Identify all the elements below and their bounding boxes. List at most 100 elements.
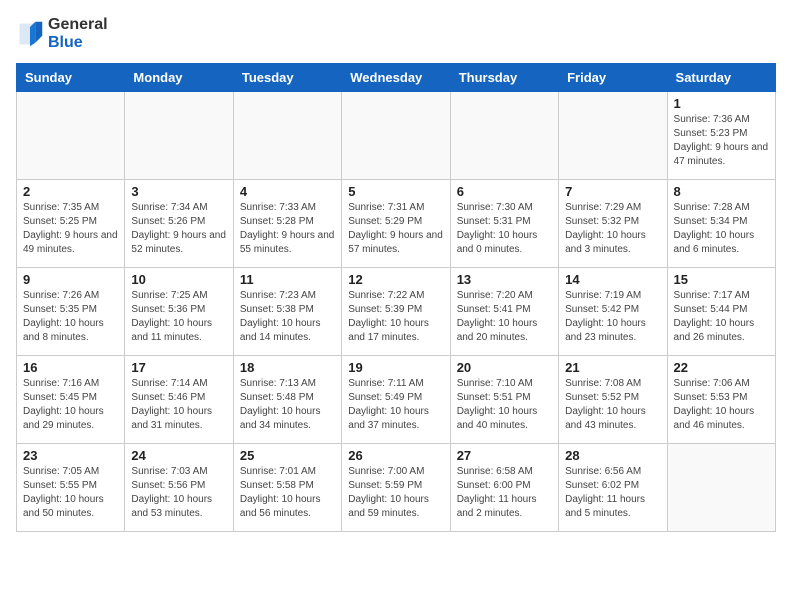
day-number: 9 [23,272,118,287]
day-number: 15 [674,272,769,287]
col-header-sunday: Sunday [17,64,125,92]
calendar-cell: 4Sunrise: 7:33 AMSunset: 5:28 PMDaylight… [233,180,341,268]
col-header-monday: Monday [125,64,233,92]
calendar-week-4: 23 Sunrise: 7:05 AMSunset: 5:55 PMDayligh… [17,444,776,532]
calendar-cell [450,92,558,180]
calendar-cell: 3 Sunrise: 7:34 AMSunset: 5:26 PMDaylight… [125,180,233,268]
calendar-cell [342,92,450,180]
calendar-cell: 1 Sunrise: 7:36 AMSunset: 5:23 PMDaylight… [667,92,775,180]
day-info: Sunrise: 7:20 AMSunset: 5:41 PMDaylight:… [457,289,552,345]
calendar-cell: 23 Sunrise: 7:05 AMSunset: 5:55 PMDayligh… [17,444,125,532]
day-info: Sunrise: 7:11 AMSunset: 5:49 PMDaylight:… [348,377,443,433]
day-number: 18 [240,360,335,375]
day-number: 21 [565,360,660,375]
day-number: 7 [565,184,660,199]
day-number: 5 [348,184,443,199]
day-info: Sunrise: 7:19 AMSunset: 5:42 PMDaylight:… [565,289,660,345]
calendar-cell [559,92,667,180]
day-number: 17 [131,360,226,375]
calendar-cell: 26 Sunrise: 7:00 AMSunset: 5:59 PMDayligh… [342,444,450,532]
day-number: 20 [457,360,552,375]
calendar-week-2: 9 Sunrise: 7:26 AMSunset: 5:35 PMDaylight… [17,268,776,356]
day-number: 1 [674,96,769,111]
calendar-week-3: 16 Sunrise: 7:16 AMSunset: 5:45 PMDayligh… [17,356,776,444]
day-number: 25 [240,448,335,463]
calendar-cell: 24 Sunrise: 7:03 AMSunset: 5:56 PMDayligh… [125,444,233,532]
day-info: Sunrise: 7:13 AMSunset: 5:48 PMDaylight:… [240,377,335,433]
day-number: 6 [457,184,552,199]
calendar-cell: 8 Sunrise: 7:28 AMSunset: 5:34 PMDaylight… [667,180,775,268]
calendar-cell: 17 Sunrise: 7:14 AMSunset: 5:46 PMDayligh… [125,356,233,444]
day-info: Sunrise: 7:34 AMSunset: 5:26 PMDaylight:… [131,201,226,257]
calendar-cell: 13 Sunrise: 7:20 AMSunset: 5:41 PMDayligh… [450,268,558,356]
calendar-table: SundayMondayTuesdayWednesdayThursdayFrid… [16,63,776,532]
day-info: Sunrise: 7:17 AMSunset: 5:44 PMDaylight:… [674,289,769,345]
calendar-cell: 11Sunrise: 7:23 AMSunset: 5:38 PMDayligh… [233,268,341,356]
day-number: 23 [23,448,118,463]
calendar-cell: 16 Sunrise: 7:16 AMSunset: 5:45 PMDayligh… [17,356,125,444]
calendar-cell [667,444,775,532]
day-info: Sunrise: 7:22 AMSunset: 5:39 PMDaylight:… [348,289,443,345]
calendar-cell: 20 Sunrise: 7:10 AMSunset: 5:51 PMDayligh… [450,356,558,444]
day-number: 4 [240,184,335,199]
day-info: Sunrise: 7:29 AMSunset: 5:32 PMDaylight:… [565,201,660,257]
calendar-cell [17,92,125,180]
day-number: 28 [565,448,660,463]
day-number: 2 [23,184,118,199]
page-header: General Blue [16,16,776,51]
day-number: 11 [240,272,335,287]
day-info: Sunrise: 7:05 AMSunset: 5:55 PMDaylight:… [23,465,118,521]
day-number: 8 [674,184,769,199]
logo-text: General Blue [48,16,108,51]
calendar-week-0: 1 Sunrise: 7:36 AMSunset: 5:23 PMDaylight… [17,92,776,180]
calendar-cell [125,92,233,180]
logo: General Blue [16,16,108,51]
calendar-cell: 22 Sunrise: 7:06 AMSunset: 5:53 PMDayligh… [667,356,775,444]
day-info: Sunrise: 7:26 AMSunset: 5:35 PMDaylight:… [23,289,118,345]
calendar-cell: 27 Sunrise: 6:58 AMSunset: 6:00 PMDayligh… [450,444,558,532]
logo-icon [16,20,44,48]
day-info: Sunrise: 7:35 AMSunset: 5:25 PMDaylight:… [23,201,118,257]
calendar-cell: 21 Sunrise: 7:08 AMSunset: 5:52 PMDayligh… [559,356,667,444]
calendar-header-row: SundayMondayTuesdayWednesdayThursdayFrid… [17,64,776,92]
calendar-cell: 9 Sunrise: 7:26 AMSunset: 5:35 PMDaylight… [17,268,125,356]
day-info: Sunrise: 6:58 AMSunset: 6:00 PMDaylight:… [457,465,552,521]
day-number: 26 [348,448,443,463]
day-info: Sunrise: 7:16 AMSunset: 5:45 PMDaylight:… [23,377,118,433]
col-header-thursday: Thursday [450,64,558,92]
calendar-cell: 6Sunrise: 7:30 AMSunset: 5:31 PMDaylight… [450,180,558,268]
day-info: Sunrise: 7:31 AMSunset: 5:29 PMDaylight:… [348,201,443,257]
day-info: Sunrise: 7:00 AMSunset: 5:59 PMDaylight:… [348,465,443,521]
calendar-week-1: 2 Sunrise: 7:35 AMSunset: 5:25 PMDaylight… [17,180,776,268]
day-info: Sunrise: 7:36 AMSunset: 5:23 PMDaylight:… [674,113,769,169]
day-number: 22 [674,360,769,375]
day-number: 13 [457,272,552,287]
day-info: Sunrise: 7:10 AMSunset: 5:51 PMDaylight:… [457,377,552,433]
day-info: Sunrise: 7:08 AMSunset: 5:52 PMDaylight:… [565,377,660,433]
col-header-saturday: Saturday [667,64,775,92]
day-number: 3 [131,184,226,199]
calendar-cell: 28Sunrise: 6:56 AMSunset: 6:02 PMDayligh… [559,444,667,532]
calendar-cell [233,92,341,180]
day-info: Sunrise: 7:03 AMSunset: 5:56 PMDaylight:… [131,465,226,521]
day-info: Sunrise: 7:01 AMSunset: 5:58 PMDaylight:… [240,465,335,521]
calendar-cell: 7 Sunrise: 7:29 AMSunset: 5:32 PMDaylight… [559,180,667,268]
calendar-cell: 12 Sunrise: 7:22 AMSunset: 5:39 PMDayligh… [342,268,450,356]
day-info: Sunrise: 7:06 AMSunset: 5:53 PMDaylight:… [674,377,769,433]
day-info: Sunrise: 7:28 AMSunset: 5:34 PMDaylight:… [674,201,769,257]
calendar-cell: 2 Sunrise: 7:35 AMSunset: 5:25 PMDaylight… [17,180,125,268]
col-header-wednesday: Wednesday [342,64,450,92]
day-number: 10 [131,272,226,287]
calendar-cell: 5 Sunrise: 7:31 AMSunset: 5:29 PMDaylight… [342,180,450,268]
calendar-cell: 18 Sunrise: 7:13 AMSunset: 5:48 PMDayligh… [233,356,341,444]
day-number: 27 [457,448,552,463]
day-info: Sunrise: 7:25 AMSunset: 5:36 PMDaylight:… [131,289,226,345]
day-number: 12 [348,272,443,287]
day-number: 24 [131,448,226,463]
day-info: Sunrise: 7:14 AMSunset: 5:46 PMDaylight:… [131,377,226,433]
calendar-cell: 25 Sunrise: 7:01 AMSunset: 5:58 PMDayligh… [233,444,341,532]
calendar-cell: 19 Sunrise: 7:11 AMSunset: 5:49 PMDayligh… [342,356,450,444]
calendar-cell: 14Sunrise: 7:19 AMSunset: 5:42 PMDayligh… [559,268,667,356]
day-number: 16 [23,360,118,375]
day-number: 19 [348,360,443,375]
